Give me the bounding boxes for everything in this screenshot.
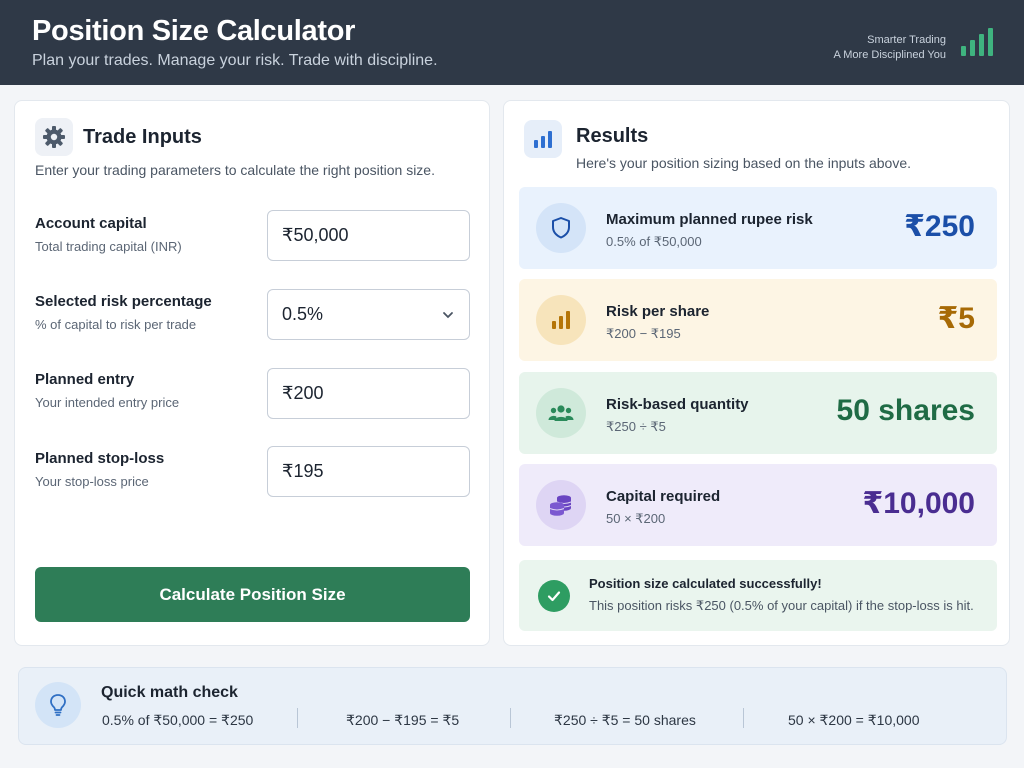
results-panel: Results Here's your position sizing base… (503, 100, 1010, 646)
stop-loss-input[interactable] (267, 446, 470, 497)
brand-line-2: A More Disciplined You (833, 49, 946, 61)
result-formula: 50 × ₹200 (606, 511, 666, 526)
coins-icon (536, 480, 586, 530)
lightbulb-icon (35, 682, 81, 728)
results-title: Results (576, 125, 649, 147)
trade-inputs-panel: Trade Inputs Enter your trading paramete… (14, 100, 490, 646)
account-capital-hint: Total trading capital (INR) (35, 239, 182, 254)
page-title: Position Size Calculator (32, 15, 356, 47)
success-title: Position size calculated successfully! (589, 576, 822, 591)
app-header: Position Size Calculator Plan your trade… (0, 0, 1024, 85)
divider (743, 708, 744, 728)
result-label: Capital required (606, 488, 721, 505)
bar-chart-icon (536, 295, 586, 345)
page-subtitle: Plan your trades. Manage your risk. Trad… (32, 52, 438, 69)
max-rupee-risk-card: Maximum planned rupee risk 0.5% of ₹50,0… (519, 187, 997, 269)
stop-loss-hint: Your stop-loss price (35, 474, 149, 489)
result-label: Risk per share (606, 303, 710, 320)
risk-based-quantity-card: Risk-based quantity ₹250 ÷ ₹5 50 shares (519, 372, 997, 454)
trade-inputs-description: Enter your trading parameters to calcula… (35, 162, 435, 178)
divider (510, 708, 511, 728)
shield-icon (536, 203, 586, 253)
risk-percentage-value: 0.5% (282, 304, 324, 324)
brand-line-1: Smarter Trading (867, 34, 946, 46)
chevron-down-icon (443, 312, 453, 319)
calculate-position-size-button[interactable]: Calculate Position Size (35, 567, 470, 622)
bar-chart-icon (524, 120, 562, 158)
quick-math-title: Quick math check (101, 684, 238, 701)
planned-entry-input[interactable] (267, 368, 470, 419)
quick-math-check: Quick math check 0.5% of ₹50,000 = ₹250 … (18, 667, 1007, 745)
result-value: ₹250 (904, 210, 975, 243)
planned-entry-hint: Your intended entry price (35, 395, 180, 410)
gear-icon (35, 118, 73, 156)
math-item-risk-per-share: ₹200 − ₹195 = ₹5 (346, 712, 460, 728)
account-capital-input[interactable] (267, 210, 470, 261)
result-formula: ₹250 ÷ ₹5 (606, 419, 666, 434)
result-formula: 0.5% of ₹50,000 (606, 234, 702, 249)
risk-percentage-label: Selected risk percentage (35, 293, 212, 310)
brand-tagline: Smarter Trading A More Disciplined You (833, 33, 946, 63)
account-capital-label: Account capital (35, 215, 147, 232)
success-text: This position risks ₹250 (0.5% of your c… (589, 598, 974, 613)
check-circle-icon (538, 580, 570, 612)
success-message: Position size calculated successfully! T… (519, 560, 997, 631)
result-label: Maximum planned rupee risk (606, 211, 813, 228)
math-item-capital: 50 × ₹200 = ₹10,000 (788, 712, 920, 728)
capital-required-card: Capital required 50 × ₹200 ₹10,000 (519, 464, 997, 546)
divider (297, 708, 298, 728)
bar-chart-logo-icon (961, 28, 993, 56)
risk-per-share-card: Risk per share ₹200 − ₹195 ₹5 (519, 279, 997, 361)
results-description: Here's your position sizing based on the… (576, 155, 911, 171)
result-label: Risk-based quantity (606, 396, 749, 413)
math-item-quantity: ₹250 ÷ ₹5 = 50 shares (554, 712, 696, 728)
math-item-rupee-risk: 0.5% of ₹50,000 = ₹250 (102, 712, 254, 728)
users-icon (536, 388, 586, 438)
stop-loss-label: Planned stop-loss (35, 450, 165, 467)
trade-inputs-title: Trade Inputs (83, 126, 202, 148)
risk-percentage-select[interactable]: 0.5% (267, 289, 470, 340)
result-value: ₹10,000 (862, 487, 975, 520)
planned-entry-label: Planned entry (35, 371, 135, 388)
result-value: ₹5 (937, 302, 975, 335)
result-formula: ₹200 − ₹195 (606, 326, 681, 341)
risk-percentage-hint: % of capital to risk per trade (35, 317, 197, 332)
result-value: 50 shares (836, 394, 975, 427)
